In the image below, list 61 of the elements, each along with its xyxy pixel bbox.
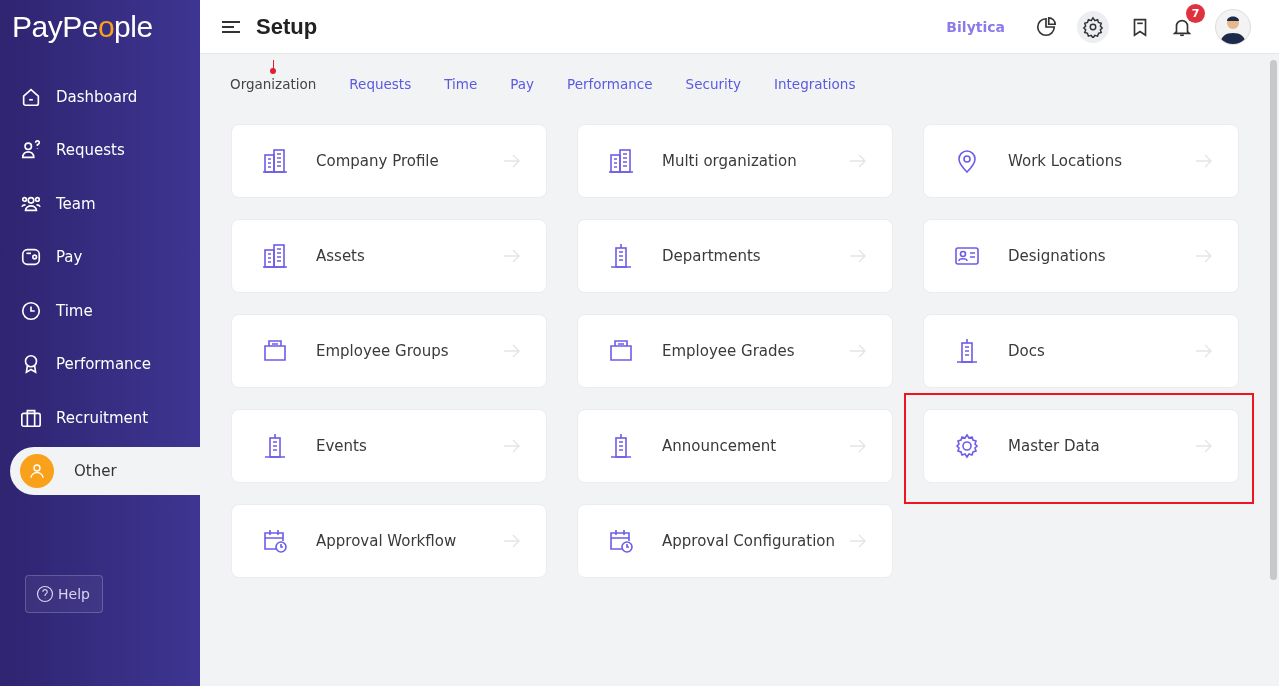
sidebar-item[interactable]: Requests	[0, 123, 200, 177]
buildings-icon	[261, 147, 289, 175]
setup-card[interactable]: Company Profile	[231, 124, 547, 198]
arrow-icon	[504, 154, 520, 168]
arrow-icon	[1196, 439, 1212, 453]
app-logo: PayPeople	[11, 9, 154, 45]
help-button[interactable]: Help	[25, 574, 103, 613]
arrow-icon	[850, 344, 866, 358]
setup-card[interactable]: Work Locations	[923, 124, 1239, 198]
calendar-icon	[607, 527, 635, 555]
page-title: Setup	[256, 13, 318, 40]
user-icon	[20, 453, 54, 488]
clock-icon	[20, 299, 42, 322]
tab[interactable]: Integrations	[774, 76, 856, 92]
pie-chart-icon[interactable]	[1035, 15, 1057, 38]
arrow-icon	[850, 154, 866, 168]
calendar-icon	[261, 527, 289, 555]
setup-card[interactable]: Assets	[231, 219, 547, 293]
setup-card[interactable]: Multi organization	[577, 124, 893, 198]
sidebar-item[interactable]: Recruitment	[0, 391, 200, 445]
tab[interactable]: Time	[444, 76, 478, 92]
setup-card[interactable]: Employee Grades	[577, 314, 893, 388]
setup-card[interactable]: Master Data	[923, 409, 1239, 483]
sidebar-item[interactable]: Performance	[0, 337, 200, 391]
arrow-icon	[504, 439, 520, 453]
setup-card[interactable]: Announcement	[577, 409, 893, 483]
tab[interactable]: Pay	[510, 76, 535, 92]
arrow-icon	[504, 534, 520, 548]
setup-card[interactable]: Docs	[923, 314, 1239, 388]
menu-icon[interactable]	[222, 19, 240, 34]
sidebar-item[interactable]: Other	[10, 446, 200, 495]
sidebar-item[interactable]: Pay	[0, 230, 200, 284]
arrow-icon	[1196, 249, 1212, 263]
setup-card[interactable]: Employee Groups	[231, 314, 547, 388]
avatar-silhouette[interactable]	[1215, 8, 1251, 45]
buildings-icon	[261, 242, 289, 270]
setup-card[interactable]: Designations	[923, 219, 1239, 293]
notification-badge: 7	[1186, 3, 1205, 23]
arrow-icon	[850, 439, 866, 453]
tab[interactable]: Performance	[567, 76, 653, 92]
sidebar-item[interactable]: Dashboard	[0, 70, 200, 124]
arrow-icon	[850, 534, 866, 548]
arrow-icon	[850, 249, 866, 263]
arrow-icon	[504, 344, 520, 358]
arrow-icon	[504, 249, 520, 263]
help-icon	[36, 584, 54, 603]
tab[interactable]: Requests	[349, 76, 412, 92]
gear-icon	[953, 432, 981, 460]
setup-card[interactable]: Departments	[577, 219, 893, 293]
setup-card[interactable]: Events	[231, 409, 547, 483]
scrollbar[interactable]	[1270, 60, 1277, 580]
settings-button[interactable]	[1077, 10, 1109, 43]
sidebar-item[interactable]: Time	[0, 284, 200, 338]
arrow-icon	[1196, 154, 1212, 168]
arrow-icon	[1196, 344, 1212, 358]
buildings-icon	[607, 147, 635, 175]
tab[interactable]: Security	[685, 76, 742, 92]
tab[interactable]: Organization	[230, 60, 317, 92]
sidebar-item[interactable]: Team	[0, 177, 200, 231]
setup-card[interactable]: Approval Configuration	[577, 504, 893, 578]
setup-card[interactable]: Approval Workflow	[231, 504, 547, 578]
